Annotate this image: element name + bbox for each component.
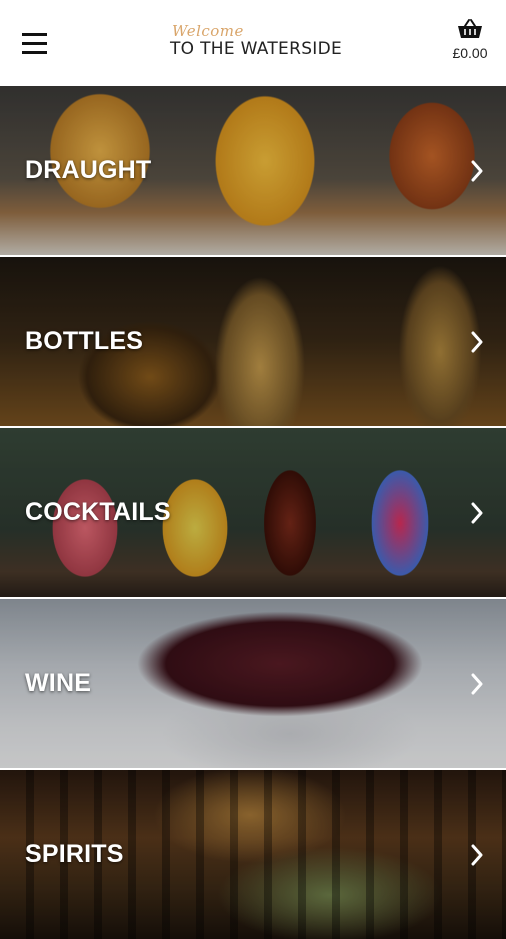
- category-label: BOTTLES: [25, 327, 144, 355]
- hamburger-menu-icon: [22, 33, 47, 54]
- logo-script-text: Welcome: [172, 22, 244, 40]
- category-spirits[interactable]: SPIRITS: [0, 770, 506, 939]
- category-label: COCKTAILS: [25, 498, 171, 526]
- menu-button[interactable]: [22, 33, 47, 58]
- category-wine[interactable]: WINE: [0, 599, 506, 768]
- category-label: DRAUGHT: [25, 156, 152, 184]
- chevron-right-icon: [471, 160, 483, 181]
- chevron-right-icon: [471, 502, 483, 523]
- chevron-right-icon: [471, 331, 483, 352]
- category-label: WINE: [25, 669, 92, 697]
- category-cocktails[interactable]: COCKTAILS: [0, 428, 506, 597]
- app-header: Welcome TO THE WATERSIDE £0.00: [0, 0, 506, 86]
- chevron-right-icon: [471, 844, 483, 865]
- category-bottles[interactable]: BOTTLES: [0, 257, 506, 426]
- category-draught[interactable]: DRAUGHT: [0, 86, 506, 255]
- category-label: SPIRITS: [25, 840, 124, 868]
- category-list: DRAUGHT BOTTLES COCKTAILS WINE SPIRITS: [0, 86, 506, 939]
- chevron-right-icon: [471, 673, 483, 694]
- logo-main-text: TO THE WATERSIDE: [170, 39, 343, 59]
- brand-logo: Welcome TO THE WATERSIDE: [150, 20, 360, 66]
- basket-total: £0.00: [452, 45, 488, 61]
- basket-button[interactable]: £0.00: [448, 18, 492, 70]
- basket-icon: [458, 19, 482, 38]
